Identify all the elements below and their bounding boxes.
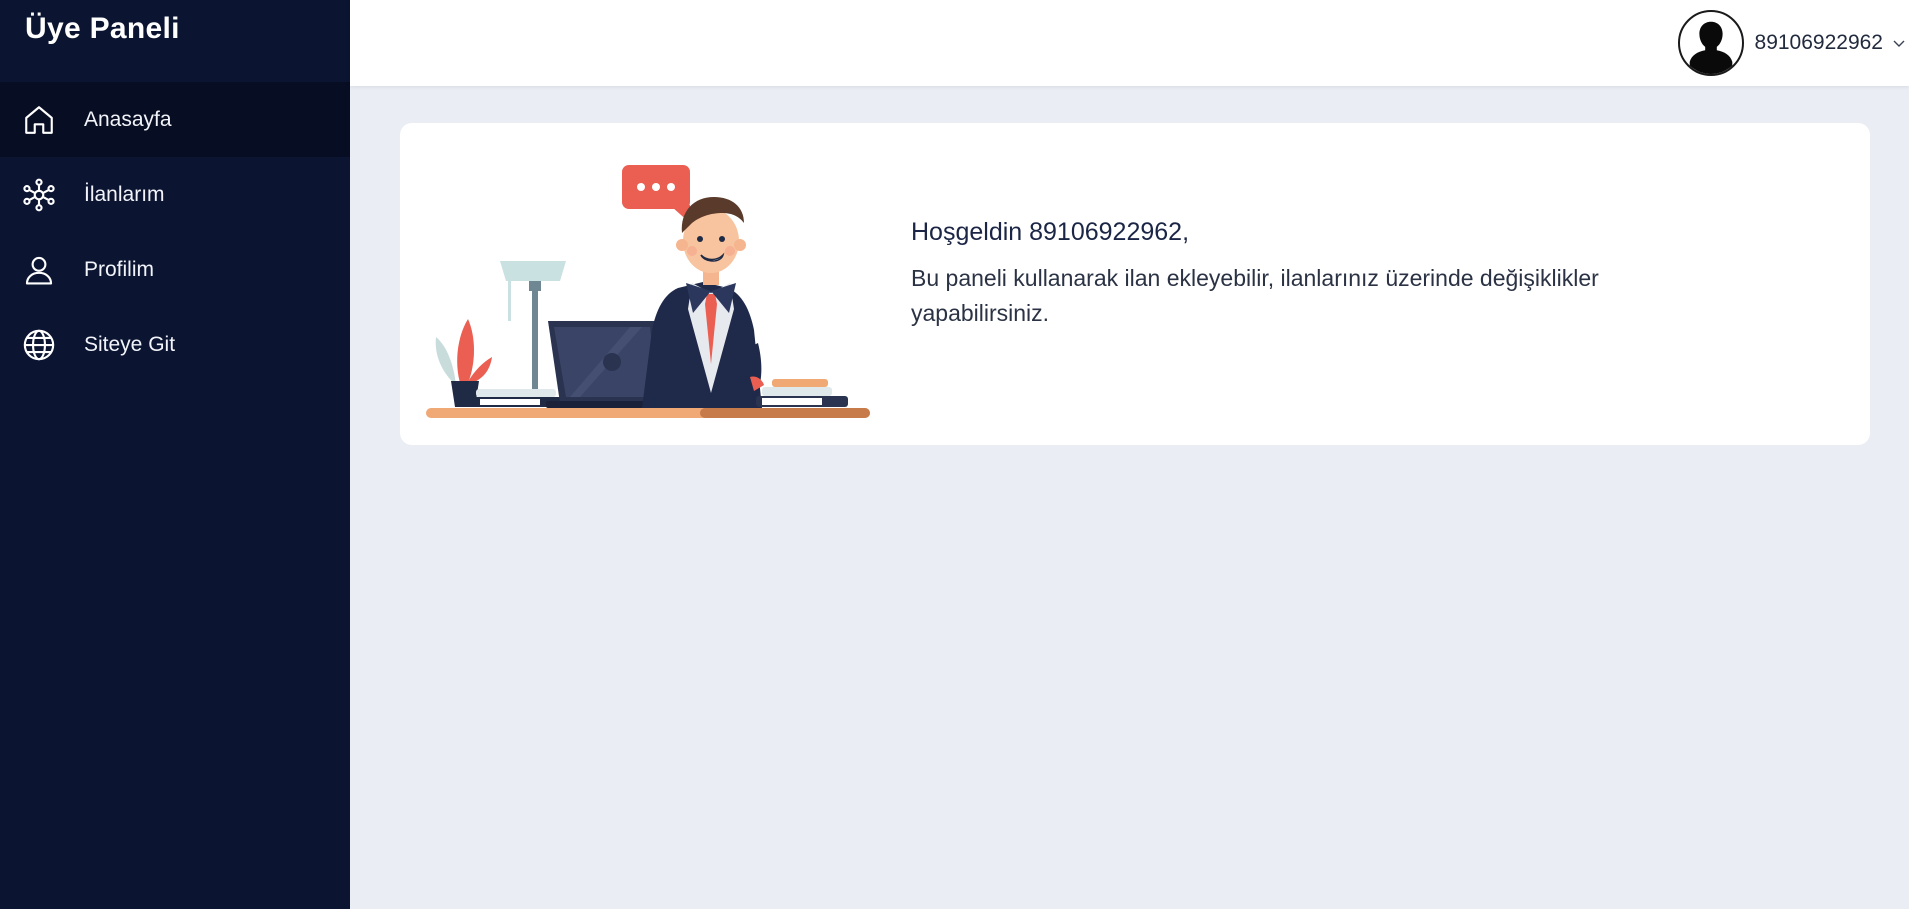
globe-icon <box>22 328 56 362</box>
sidebar-title: Üye Paneli <box>25 12 180 45</box>
top-bar: 89106922962 <box>350 0 1909 86</box>
sidebar-item-label: Profilim <box>84 257 155 281</box>
sidebar-item-ilanlarim[interactable]: İlanlarım <box>0 157 350 232</box>
office-worker-illustration <box>426 165 870 418</box>
chevron-down-icon[interactable] <box>1889 33 1909 53</box>
sidebar-item-profilim[interactable]: Profilim <box>0 232 350 307</box>
welcome-message: Bu paneli kullanarak ilan ekleyebilir, i… <box>911 265 1599 326</box>
user-icon <box>22 253 56 287</box>
home-icon <box>22 103 56 137</box>
sidebar-item-label: İlanlarım <box>84 182 165 206</box>
sidebar-item-siteye-git[interactable]: Siteye Git <box>0 307 350 382</box>
welcome-text: Hoşgeldin 89106922962, Bu paneli kullana… <box>911 218 1731 331</box>
sidebar-item-label: Siteye Git <box>84 332 176 356</box>
sidebar: Üye Paneli Anasayfa İlanlarım Profilim S… <box>0 0 350 909</box>
sidebar-nav: Anasayfa İlanlarım Profilim Siteye Git <box>0 82 350 382</box>
user-menu[interactable]: 89106922962 <box>1677 10 1909 76</box>
welcome-title: Hoşgeldin 89106922962, <box>911 218 1190 246</box>
username: 89106922962 <box>1754 31 1883 54</box>
network-icon <box>22 178 56 212</box>
sidebar-item-label: Anasayfa <box>84 107 172 131</box>
user-avatar-icon <box>1677 10 1744 76</box>
sidebar-item-anasayfa[interactable]: Anasayfa <box>0 82 350 157</box>
welcome-card: Hoşgeldin 89106922962, Bu paneli kullana… <box>400 123 1870 445</box>
